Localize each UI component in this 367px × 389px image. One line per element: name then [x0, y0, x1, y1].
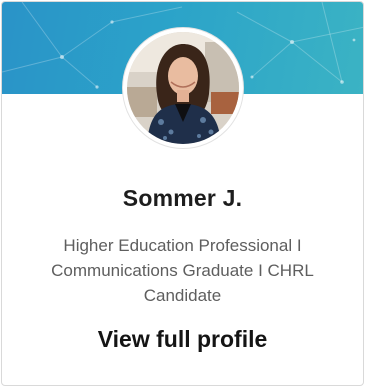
profile-headline: Higher Education Professional I Communic… — [32, 233, 333, 308]
headline-line: Communications Graduate I CHRL — [51, 261, 314, 280]
headline-line: Candidate — [143, 286, 222, 305]
avatar[interactable] — [122, 28, 243, 148]
view-full-profile-link[interactable]: View full profile — [2, 326, 363, 353]
profile-name[interactable]: Sommer J. — [2, 185, 363, 212]
profile-card[interactable]: Sommer J. Higher Education Professional … — [1, 1, 364, 386]
headline-line: Higher Education Professional I — [63, 236, 302, 255]
profile-photo-icon — [126, 32, 239, 144]
